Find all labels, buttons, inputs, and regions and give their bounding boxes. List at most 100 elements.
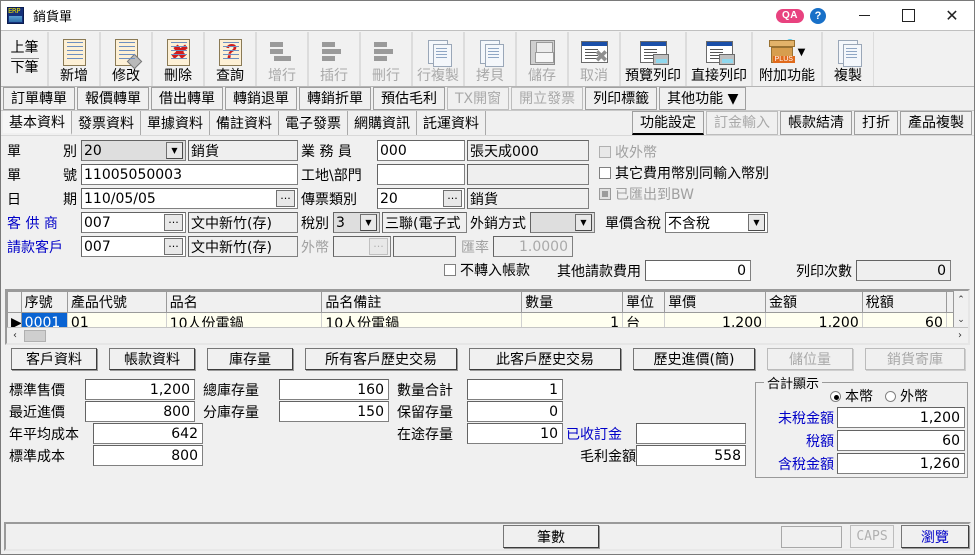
voucher-lookup-icon[interactable]: ··· [443,190,462,207]
toolbar-add-row-button[interactable]: 增行 [256,32,308,86]
toolbar-addon-button[interactable]: PLUS ▼ 附加功能 [752,32,822,86]
tab-document-data[interactable]: 單據資料 [141,111,210,135]
col-amount[interactable]: 金額 [765,291,863,313]
tab-print-label[interactable]: 列印標籤 [585,87,658,110]
btn-product-copy[interactable]: 產品複製 [900,111,972,135]
btn-this-customer-history[interactable]: 此客戶歷史交易 [469,348,621,370]
checkbox-box-icon[interactable] [599,167,611,179]
other-fee-input[interactable]: 0 [645,260,751,281]
tab-other-functions[interactable]: 其他功能 ▼ [659,87,747,110]
hscroll-thumb[interactable] [24,329,46,342]
toolbar-row-copy-button[interactable]: 行複製 [412,32,464,86]
tab-sales-discount[interactable]: 轉銷折單 [299,87,371,110]
customer-lookup-icon[interactable]: ··· [164,214,183,231]
col-tax[interactable]: 稅額 [861,291,947,313]
checkbox-recv-foreign[interactable]: 收外幣 [599,142,657,162]
btn-all-customer-history[interactable]: 所有客戶歷史交易 [305,348,457,370]
toolbar-duplicate-button[interactable]: 複製 [822,32,874,86]
btn-bin-qty[interactable]: 儲位量 [767,348,853,370]
checkbox-box-icon[interactable] [599,188,611,200]
col-product-code[interactable]: 產品代號 [66,291,167,313]
btn-customer-data[interactable]: 客戶資料 [11,348,97,370]
currency-input[interactable]: ··· [333,236,391,257]
checkbox-no-transfer[interactable]: 不轉入帳款 [444,260,530,280]
voucher-type-input[interactable]: 20 ··· [377,188,465,209]
btn-sales-consign[interactable]: 銷貨寄庫 [865,348,965,370]
tax-type-combo[interactable]: 3 ▼ [333,212,380,233]
checkbox-box-icon[interactable] [444,264,456,276]
tab-basic-data[interactable]: 基本資料 [3,111,72,135]
radio-local-currency-icon[interactable] [830,390,841,402]
site-dept-code-input[interactable] [377,164,465,185]
checkbox-exported-bw[interactable]: 已匯出到BW [599,184,694,204]
toolbar-delete-button[interactable]: ✖ 刪除 [152,32,204,86]
biller-code-input[interactable]: 007 ··· [81,236,186,257]
toolbar-save-button[interactable]: 儲存 [516,32,568,86]
tab-estimated-profit[interactable]: 預估毛利 [373,87,445,110]
btn-deposit-input[interactable]: 訂金輸入 [706,111,778,135]
tab-quote-convert[interactable]: 報價轉單 [77,87,149,110]
tab-note-data[interactable]: 備註資料 [210,111,279,135]
customer-code-input[interactable]: 007 ··· [81,212,186,233]
radio-foreign-currency-icon[interactable] [885,390,896,402]
date-input[interactable]: 110/05/05 ··· [81,188,298,209]
currency-lookup-icon[interactable]: ··· [369,238,388,255]
col-unit[interactable]: 單位 [622,291,666,313]
tab-tx-window[interactable]: TX開窗 [447,87,510,110]
tab-sales-return[interactable]: 轉銷退單 [225,87,297,110]
toolbar-query-button[interactable]: ? 查詢 [204,32,256,86]
tab-lend-convert[interactable]: 借出轉單 [151,87,223,110]
col-product-note[interactable]: 品名備註 [321,291,523,313]
col-price[interactable]: 單價 [664,291,767,313]
col-seq[interactable]: 序號 [20,291,68,313]
tab-issue-invoice[interactable]: 開立發票 [511,87,584,110]
btn-discount[interactable]: 打折 [854,111,898,135]
tab-einvoice[interactable]: 電子發票 [279,111,348,135]
close-icon[interactable]: ✕ [930,1,974,30]
chevron-down-icon[interactable]: ▼ [748,214,765,231]
checkbox-other-fee-currency[interactable]: 其它費用幣別同輸入幣別 [599,163,769,183]
tab-order-convert[interactable]: 訂單轉單 [3,87,75,110]
chevron-down-icon[interactable]: ▼ [575,214,592,231]
qa-badge[interactable]: QA [776,8,804,23]
toolbar-cancel-button[interactable]: ✖ 取消 [568,32,620,86]
scroll-left-icon[interactable]: ‹ [8,330,22,341]
col-product-name[interactable]: 品名 [165,291,323,313]
browse-button[interactable]: 瀏覽 [900,525,969,548]
line-items-grid[interactable]: 序號 產品代號 品名 品名備註 數量 單位 單價 金額 稅額 ▶ 0001 01… [5,289,970,345]
doc-type-combo[interactable]: 20 ▼ [81,140,186,161]
scroll-right-icon[interactable]: › [953,330,967,341]
record-count-button[interactable]: 筆數 [503,525,599,548]
btn-purchase-price-history[interactable]: 歷史進價(簡) [633,348,755,370]
help-icon[interactable]: ? [810,7,826,24]
toolbar-nav-prev-next[interactable]: 上筆 下筆 [2,32,48,86]
tab-invoice-data[interactable]: 發票資料 [72,111,141,135]
btn-stock-qty[interactable]: 庫存量 [207,348,293,370]
salesperson-code-input[interactable]: 000 [377,140,465,161]
biller-lookup-icon[interactable]: ··· [164,238,183,255]
toolbar-clipboard-button[interactable]: 拷貝 [464,32,516,86]
chevron-down-icon[interactable]: ▼ [798,47,806,58]
col-qty[interactable]: 數量 [521,291,624,313]
btn-account-data[interactable]: 帳款資料 [109,348,195,370]
export-method-combo[interactable]: ▼ [530,212,595,233]
toolbar-print-direct-button[interactable]: 直接列印 [686,32,752,86]
minimize-button[interactable] [842,1,886,30]
doc-no-input[interactable]: 11005050003 [81,164,298,185]
scroll-up-icon[interactable]: ⌃ [957,291,965,309]
btn-function-settings[interactable]: 功能設定 [632,111,704,135]
date-picker-icon[interactable]: ··· [276,190,295,207]
chevron-down-icon[interactable]: ▼ [166,142,183,159]
toolbar-delete-row-button[interactable]: 刪行 [360,32,412,86]
toolbar-print-preview-button[interactable]: 預覽列印 [620,32,686,86]
toolbar-edit-button[interactable]: 修改 [100,32,152,86]
maximize-button[interactable] [886,1,930,30]
chevron-down-icon[interactable]: ▼ [360,214,377,231]
btn-settle-account[interactable]: 帳款結清 [780,111,852,135]
price-tax-combo[interactable]: 不含稅 ▼ [665,212,768,233]
checkbox-box-icon[interactable] [599,146,611,158]
tab-online-shopping[interactable]: 網購資訊 [348,111,417,135]
grid-vertical-scrollbar[interactable]: ⌃ ⌄ [953,291,968,329]
grid-horizontal-scrollbar[interactable]: ‹ › [7,327,968,343]
tab-shipping-data[interactable]: 託運資料 [417,111,486,135]
